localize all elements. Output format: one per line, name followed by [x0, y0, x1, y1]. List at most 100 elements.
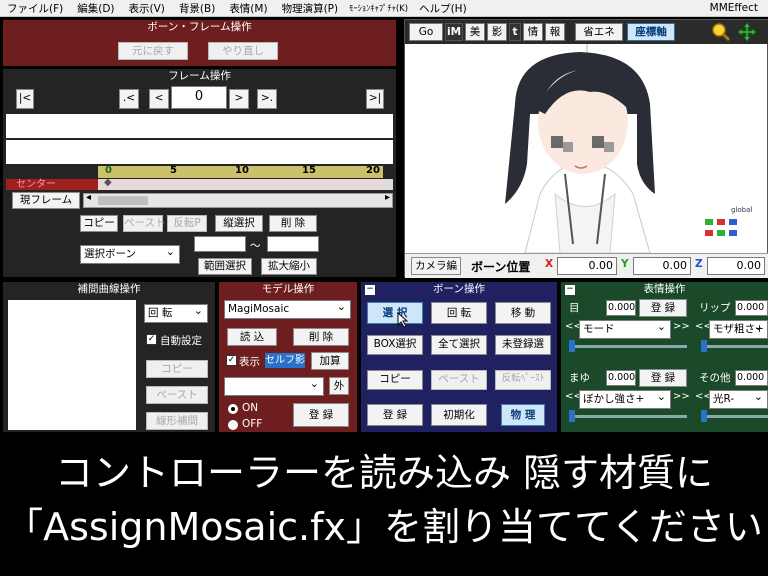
track-center-lane[interactable]: ◆ — [98, 177, 383, 190]
lip-value-input[interactable]: 0.000 — [735, 300, 768, 316]
next-frame-button[interactable]: > — [229, 89, 249, 109]
tab-beauty[interactable]: 美 — [465, 23, 485, 41]
range-end-input[interactable] — [267, 236, 319, 252]
bone-rotate-button[interactable]: 回 転 — [431, 302, 487, 324]
frame-copy-button[interactable]: コピー — [80, 215, 118, 232]
current-frame-button[interactable]: 現フレーム — [12, 192, 80, 209]
track-center-label[interactable]: センター — [6, 179, 98, 190]
eye-next-icon[interactable]: >> — [673, 321, 690, 332]
lip-slider[interactable] — [701, 345, 768, 348]
morph-collapse-icon[interactable]: − — [565, 285, 575, 295]
model-dropdown[interactable]: MagiMosaic — [224, 300, 351, 319]
zoom-icon[interactable] — [711, 22, 731, 42]
bone-reverse-paste-button[interactable]: 反転ﾍﾟｰｽﾄ — [495, 370, 551, 390]
brow-slider-thumb[interactable] — [569, 410, 575, 422]
frame-reverse-paste-button[interactable]: 反転P — [167, 215, 207, 232]
lip-morph-dropdown[interactable]: モザ粗さ+ — [709, 320, 768, 339]
y-position-input[interactable]: 0.00 — [633, 257, 691, 275]
menu-edit[interactable]: 編集(D) — [70, 1, 121, 16]
curve-editor[interactable] — [8, 300, 136, 430]
bone-copy-button[interactable]: コピー — [367, 370, 423, 390]
menu-physics[interactable]: 物理演算(P) — [275, 1, 346, 16]
eye-value-input[interactable]: 0.000 — [606, 300, 636, 316]
first-frame-button[interactable]: |< — [16, 89, 34, 109]
eco-button[interactable]: 省エネ — [575, 23, 623, 41]
horizontal-scrollbar[interactable]: ◂ ▸ — [83, 192, 393, 208]
frame-list-row-2[interactable] — [6, 140, 393, 164]
menu-motion-capture[interactable]: ﾓｰｼｮﾝｷｬﾌﾟﾁｬ(K) — [345, 2, 412, 14]
im-button[interactable]: iM — [445, 23, 463, 41]
prev-key-button[interactable]: .< — [119, 89, 139, 109]
eye-slider-thumb[interactable] — [569, 340, 575, 352]
other-slider-thumb[interactable] — [701, 410, 707, 422]
next-key-button[interactable]: >. — [257, 89, 277, 109]
eye-register-button[interactable]: 登 録 — [639, 299, 687, 317]
select-bone-dropdown[interactable]: 選択ボーン — [80, 245, 180, 264]
eye-morph-dropdown[interactable]: モード — [579, 320, 671, 339]
curve-copy-button[interactable]: コピー — [146, 360, 208, 378]
self-shadow-toggle[interactable]: セルフ影 — [265, 353, 305, 368]
menu-file[interactable]: ファイル(F) — [0, 1, 70, 16]
box-select-button[interactable]: BOX選択 — [367, 335, 423, 355]
scroll-right-icon[interactable]: ▸ — [385, 192, 390, 203]
menu-help[interactable]: ヘルプ(H) — [412, 1, 474, 16]
menu-mmeffect[interactable]: MMEffect — [703, 2, 768, 14]
add-blend-button[interactable]: 加算 — [311, 352, 349, 370]
tab-t[interactable]: t — [509, 23, 521, 41]
display-checkbox[interactable]: ✓ — [226, 355, 237, 366]
range-select-button[interactable]: 範囲選択 — [198, 258, 252, 275]
collapse-icon[interactable]: − — [365, 285, 375, 295]
move-cross-icon[interactable] — [737, 22, 757, 42]
character-model-render[interactable] — [405, 44, 767, 253]
model-load-button[interactable]: 読 込 — [227, 328, 277, 346]
linear-interpolation-button[interactable]: 線形補間 — [146, 412, 208, 430]
tab-info-1[interactable]: 情 — [523, 23, 543, 41]
keyframe-diamond-icon[interactable]: ◆ — [104, 177, 112, 188]
scroll-left-icon[interactable]: ◂ — [86, 192, 91, 203]
range-start-input[interactable] — [194, 236, 246, 252]
brow-next-icon[interactable]: >> — [673, 391, 690, 402]
last-frame-button[interactable]: >| — [366, 89, 384, 109]
vertical-select-button[interactable]: 縦選択 — [215, 215, 263, 232]
physics-button[interactable]: 物 理 — [501, 404, 545, 426]
model-register-button[interactable]: 登 録 — [293, 403, 349, 427]
brow-morph-dropdown[interactable]: ぼかし強さ+ — [579, 390, 671, 409]
bone-register-button[interactable]: 登 録 — [367, 404, 423, 426]
frame-number-input[interactable]: 0 — [171, 86, 227, 109]
model-bone-dropdown[interactable] — [224, 377, 324, 396]
frame-list-row-1[interactable] — [6, 114, 393, 138]
z-position-input[interactable]: 0.00 — [707, 257, 765, 275]
bone-init-button[interactable]: 初期化 — [431, 404, 487, 426]
menu-facial[interactable]: 表情(M) — [222, 1, 274, 16]
brow-slider[interactable] — [569, 415, 687, 418]
tab-info-2[interactable]: 報 — [545, 23, 565, 41]
select-all-button[interactable]: 全て選択 — [431, 335, 487, 355]
outer-button[interactable]: 外 — [329, 377, 349, 395]
curve-paste-button[interactable]: ペースト — [146, 386, 208, 404]
off-radio[interactable] — [228, 420, 238, 430]
scale-button[interactable]: 拡大縮小 — [261, 258, 317, 275]
timeline-ruler[interactable]: 0 5 10 15 20 — [98, 165, 383, 178]
menu-view[interactable]: 表示(V) — [122, 1, 172, 16]
camera-edit-button[interactable]: カメラ編 — [411, 257, 461, 275]
tab-shadow[interactable]: 影 — [487, 23, 507, 41]
curve-type-dropdown[interactable]: 回 転 — [144, 304, 208, 323]
other-slider[interactable] — [701, 415, 768, 418]
x-position-input[interactable]: 0.00 — [557, 257, 617, 275]
lip-slider-thumb[interactable] — [701, 340, 707, 352]
model-delete-button[interactable]: 削 除 — [293, 328, 349, 346]
undo-button[interactable]: 元に戻す — [118, 42, 188, 60]
redo-button[interactable]: やり直し — [208, 42, 278, 60]
bone-move-button[interactable]: 移 動 — [495, 302, 551, 324]
menu-background[interactable]: 背景(B) — [172, 1, 222, 16]
bone-paste-button[interactable]: ペースト — [431, 370, 487, 390]
on-radio[interactable] — [228, 404, 238, 414]
eye-slider[interactable] — [569, 345, 687, 348]
auto-setting-checkbox[interactable]: ✓ — [146, 334, 157, 345]
brow-value-input[interactable]: 0.000 — [606, 370, 636, 386]
coord-axis-button[interactable]: 座標軸 — [627, 23, 675, 41]
other-morph-dropdown[interactable]: 光R- — [709, 390, 768, 409]
prev-frame-button[interactable]: < — [149, 89, 169, 109]
frame-paste-button[interactable]: ペースト — [123, 215, 165, 232]
brow-register-button[interactable]: 登 録 — [639, 369, 687, 387]
